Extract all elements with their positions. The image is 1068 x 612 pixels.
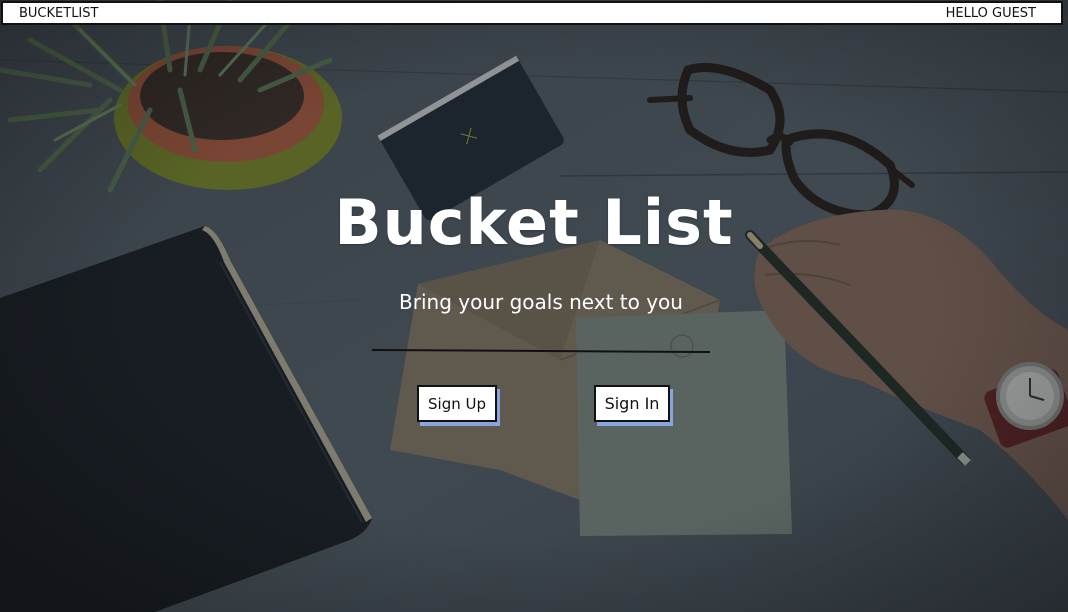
hero-subtitle: Bring your goals next to you bbox=[399, 290, 683, 314]
sign-up-button[interactable]: Sign Up bbox=[417, 385, 497, 422]
sign-in-button[interactable]: Sign In bbox=[594, 385, 670, 422]
top-nav-bar: BUCKETLIST HELLO GUEST bbox=[1, 1, 1063, 25]
hero-title: Bucket List bbox=[334, 186, 734, 259]
brand-link[interactable]: BUCKETLIST bbox=[19, 6, 98, 21]
landing-page: BUCKETLIST HELLO GUEST Bucket List Bring… bbox=[0, 0, 1068, 612]
greeting-label: HELLO GUEST bbox=[945, 5, 1036, 21]
